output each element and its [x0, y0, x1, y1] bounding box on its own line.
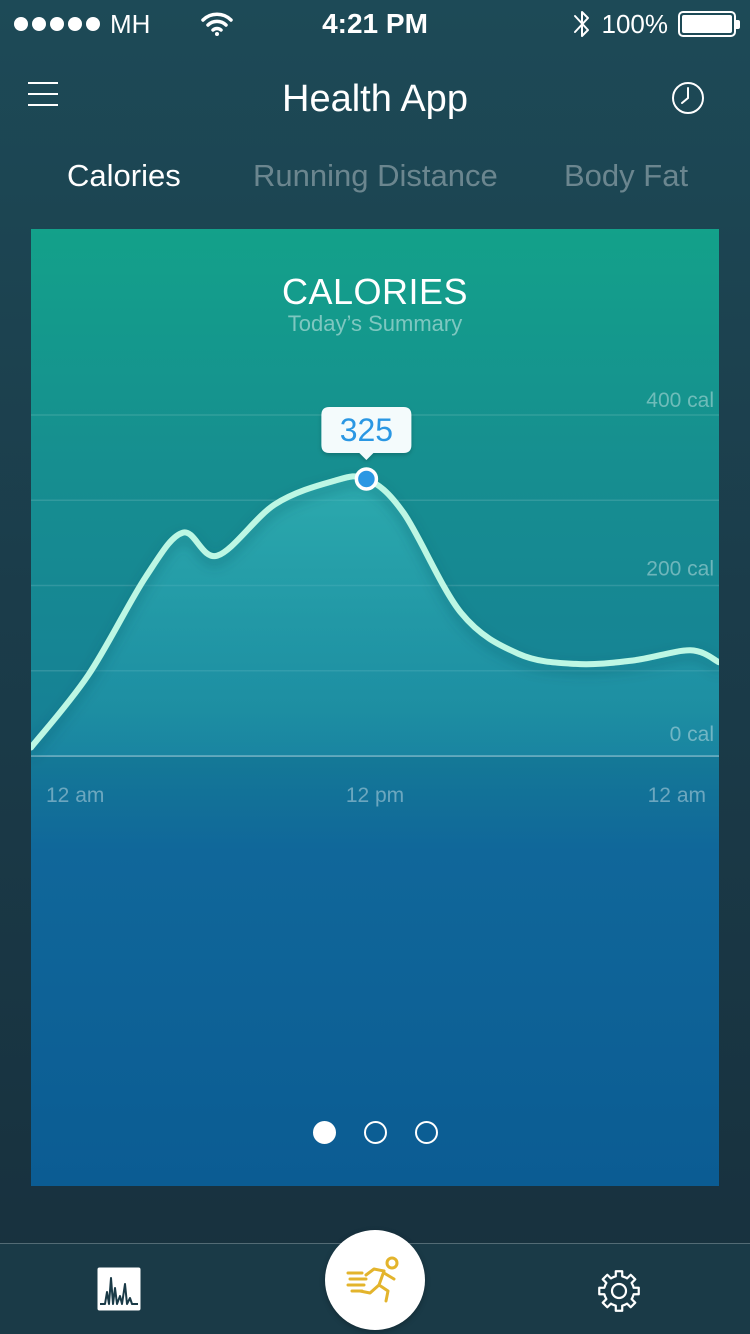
card-pagination: [31, 1121, 719, 1144]
x-tick-label: 12 pm: [346, 784, 404, 807]
calories-card: CALORIES Today’s Summary 400 cal 200 cal 0…: [31, 229, 719, 1186]
page-dot-1[interactable]: [312, 1121, 336, 1144]
y-tick-label: 400 cal: [646, 389, 714, 412]
battery-percent: 100%: [601, 8, 669, 39]
y-tick-label: 0 cal: [670, 723, 714, 746]
metric-tabs: Calories Running Distance Body Fat: [0, 150, 750, 210]
page-dot-2[interactable]: [363, 1121, 387, 1144]
tab-body-fat[interactable]: Body Fat: [564, 158, 688, 194]
calories-area: [31, 476, 719, 756]
peak-marker[interactable]: [354, 467, 379, 491]
tab-calories[interactable]: Calories: [67, 158, 181, 194]
wifi-icon: [201, 12, 234, 36]
running-man-icon: [346, 1256, 399, 1303]
status-left: MH: [14, 9, 234, 40]
gear-icon[interactable]: [594, 1266, 644, 1316]
bar-chart-icon[interactable]: [96, 1266, 142, 1312]
run-button[interactable]: [325, 1230, 425, 1330]
battery-icon: [678, 11, 740, 37]
page-dot-3[interactable]: [414, 1121, 438, 1144]
status-bar: MH 4:21 PM 100%: [0, 0, 750, 48]
clock-icon[interactable]: [670, 80, 706, 116]
status-right: 100%: [572, 8, 740, 40]
bluetooth-icon: [573, 11, 589, 37]
x-tick-label: 12 am: [46, 784, 104, 807]
y-tick-label: 200 cal: [646, 558, 714, 581]
tab-running-distance[interactable]: Running Distance: [253, 158, 498, 194]
signal-dots-icon: [14, 17, 100, 31]
carrier-label: MH: [110, 8, 151, 39]
x-tick-label: 12 am: [648, 784, 706, 807]
calories-chart: 400 cal 200 cal 0 cal 12 am 12 pm 12 am 325: [31, 389, 719, 807]
peak-value-label: 325: [340, 412, 393, 448]
page-title: Health App: [282, 78, 468, 120]
nav-bar: Health App: [0, 60, 750, 146]
